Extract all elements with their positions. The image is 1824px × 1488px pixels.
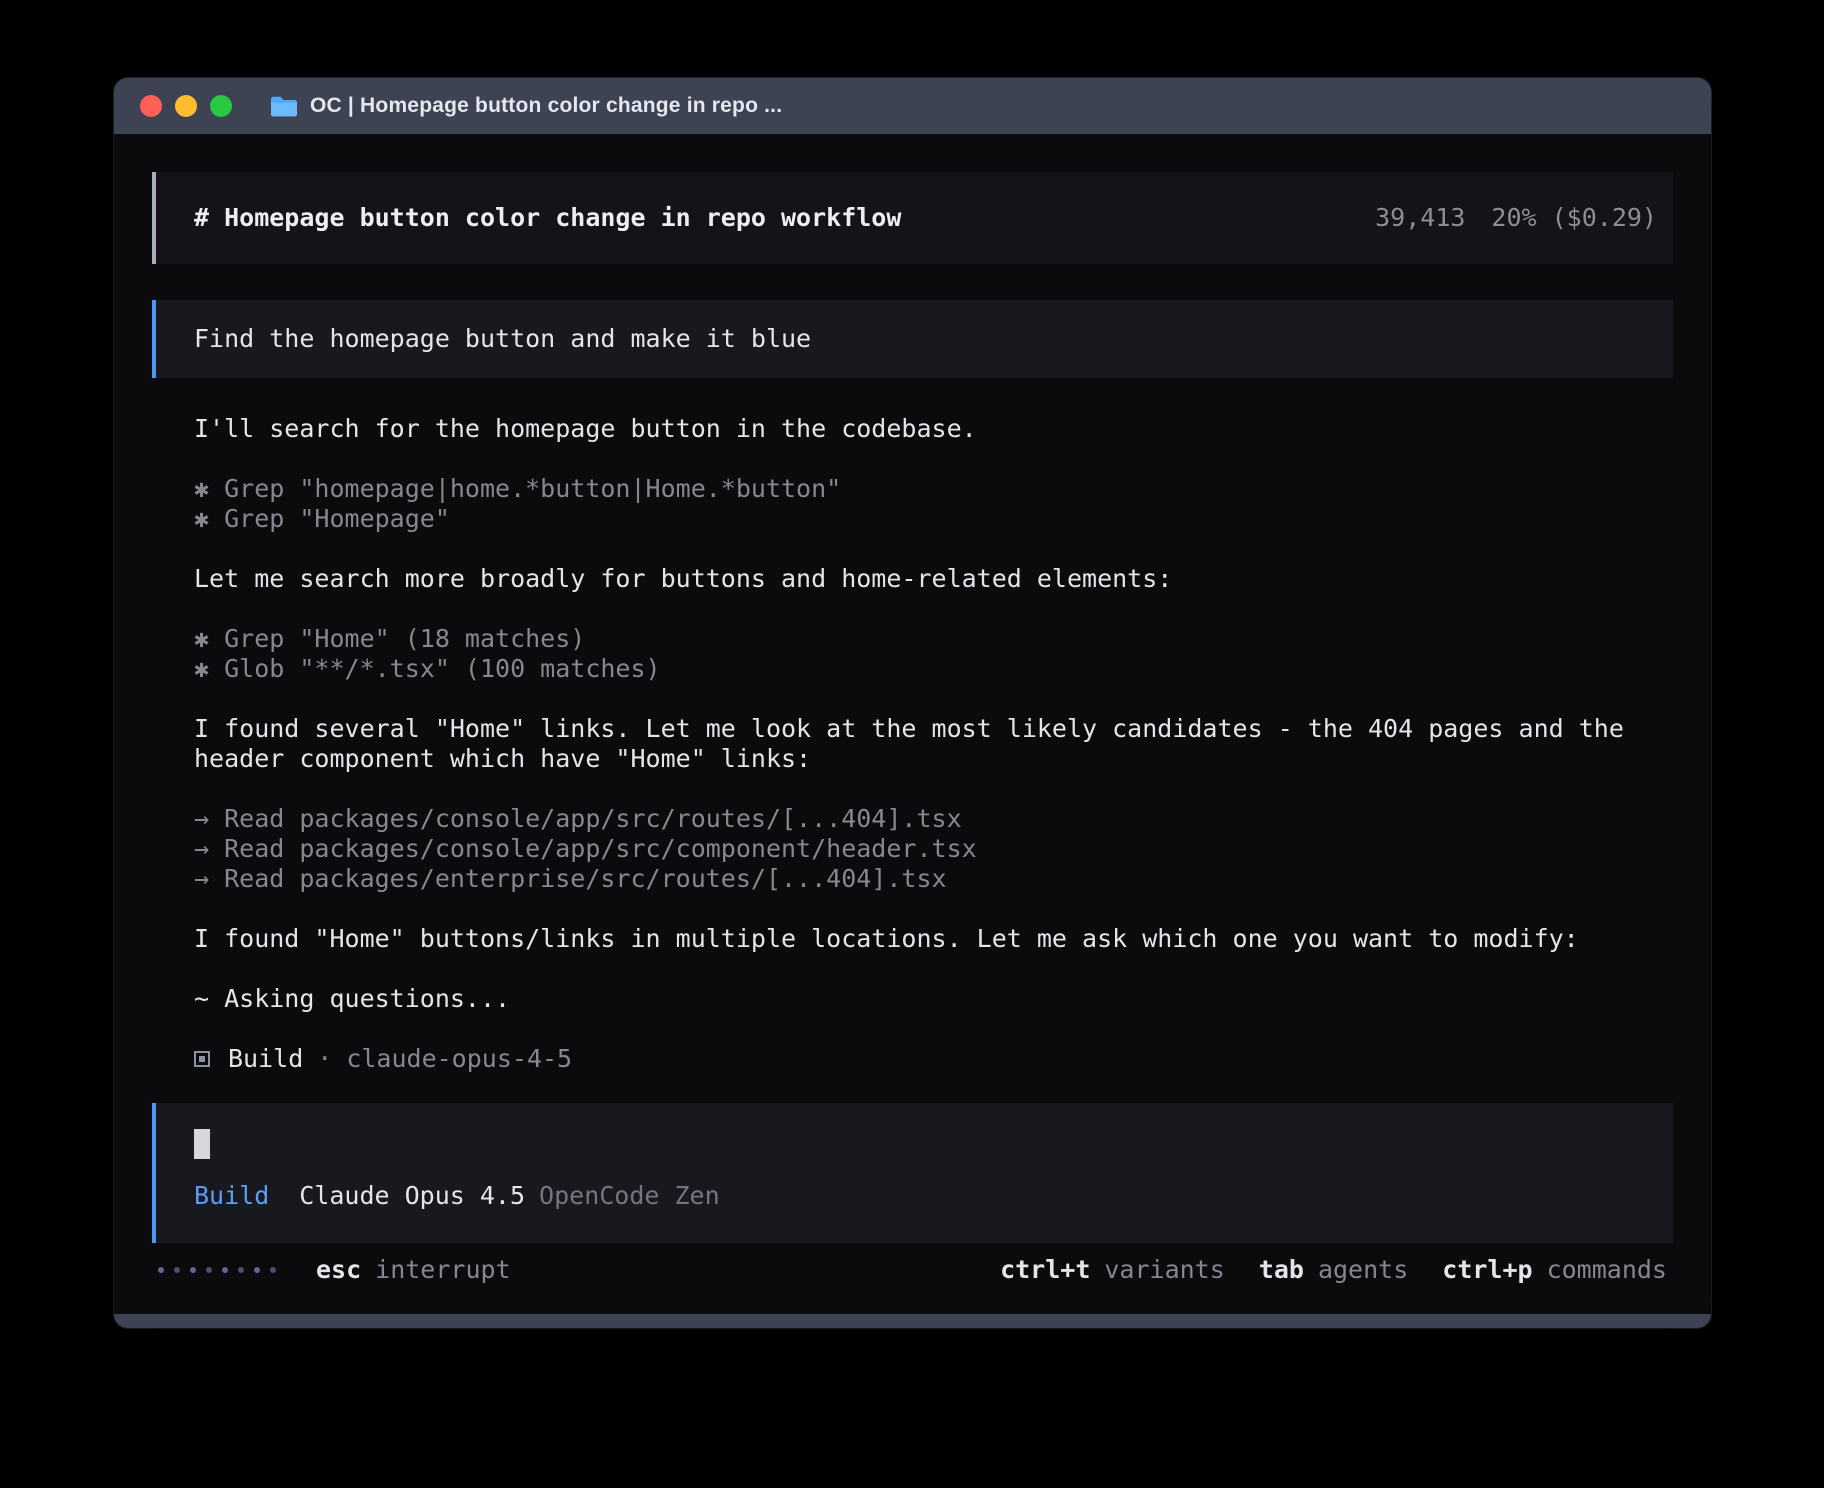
assistant-transcript: I'll search for the homepage button in t… (152, 414, 1673, 1074)
folder-icon (270, 95, 298, 117)
terminal-content: # Homepage button color change in repo w… (114, 134, 1711, 1314)
agent-model: claude-opus-4-5 (346, 1044, 572, 1074)
agent-name: Build (228, 1044, 303, 1074)
zoom-button[interactable] (210, 95, 232, 117)
token-count: 39,413 (1375, 203, 1465, 233)
shortcut-label: agents (1318, 1255, 1408, 1285)
mode-label: Build (194, 1181, 269, 1211)
assistant-text: I found "Home" buttons/links in multiple… (194, 924, 1673, 954)
tool-call-grep: ✱ Grep "Home" (18 matches) (194, 624, 1673, 654)
tool-call-group: ✱ Grep "Home" (18 matches) ✱ Glob "**/*.… (194, 624, 1673, 684)
shortcut-key: ctrl+p (1442, 1255, 1532, 1285)
shortcut-agents: tab agents (1259, 1255, 1408, 1285)
tool-call-read: → Read packages/enterprise/src/routes/[.… (194, 864, 1673, 894)
agent-row: Build · claude-opus-4-5 (194, 1044, 1673, 1074)
text-cursor-icon (194, 1129, 210, 1159)
tool-call-read: → Read packages/console/app/src/routes/[… (194, 804, 1673, 834)
session-header: # Homepage button color change in repo w… (152, 172, 1673, 264)
user-message-text: Find the homepage button and make it blu… (194, 324, 811, 354)
shortcut-key: tab (1259, 1255, 1304, 1285)
status-left: esc interrupt (158, 1255, 511, 1285)
spinner-icon (158, 1267, 276, 1273)
esc-key-hint: esc (316, 1255, 361, 1285)
window-bottom-strip (114, 1314, 1711, 1328)
shortcut-label: commands (1547, 1255, 1667, 1285)
provider-label: OpenCode Zen (539, 1181, 720, 1211)
session-stats: 39,413 20% ($0.29) (1375, 203, 1657, 233)
assistant-text: Let me search more broadly for buttons a… (194, 564, 1673, 594)
user-message: Find the homepage button and make it blu… (152, 300, 1673, 378)
tool-call-read: → Read packages/console/app/src/componen… (194, 834, 1673, 864)
agent-separator: · (317, 1044, 332, 1074)
tool-call-grep: ✱ Grep "homepage|home.*button|Home.*butt… (194, 474, 1673, 504)
traffic-lights (140, 95, 232, 117)
prompt-input[interactable]: Build Claude Opus 4.5 OpenCode Zen (152, 1103, 1673, 1243)
input-footer: Build Claude Opus 4.5 OpenCode Zen (194, 1181, 1635, 1211)
tool-call-group: ✱ Grep "homepage|home.*button|Home.*butt… (194, 474, 1673, 534)
status-bar: esc interrupt ctrl+t variants tab agents… (152, 1255, 1673, 1285)
status-right: ctrl+t variants tab agents ctrl+p comman… (1000, 1255, 1667, 1285)
close-button[interactable] (140, 95, 162, 117)
assistant-text: I'll search for the homepage button in t… (194, 414, 1673, 444)
asking-status: ~ Asking questions... (194, 984, 1673, 1014)
shortcut-variants: ctrl+t variants (1000, 1255, 1225, 1285)
agent-icon (194, 1051, 210, 1067)
shortcut-commands: ctrl+p commands (1442, 1255, 1667, 1285)
assistant-text: I found several "Home" links. Let me loo… (194, 714, 1673, 774)
esc-key-label: interrupt (375, 1255, 510, 1285)
tool-call-glob: ✱ Glob "**/*.tsx" (100 matches) (194, 654, 1673, 684)
session-title: # Homepage button color change in repo w… (194, 203, 901, 233)
tool-call-grep: ✱ Grep "Homepage" (194, 504, 1673, 534)
shortcut-label: variants (1104, 1255, 1224, 1285)
tool-call-group: → Read packages/console/app/src/routes/[… (194, 804, 1673, 894)
context-usage: 20% ($0.29) (1491, 203, 1657, 233)
minimize-button[interactable] (175, 95, 197, 117)
shortcut-key: ctrl+t (1000, 1255, 1090, 1285)
window-title: OC | Homepage button color change in rep… (310, 94, 782, 118)
model-label: Claude Opus 4.5 (299, 1181, 525, 1211)
titlebar[interactable]: OC | Homepage button color change in rep… (114, 78, 1711, 134)
terminal-window: OC | Homepage button color change in rep… (114, 78, 1711, 1328)
